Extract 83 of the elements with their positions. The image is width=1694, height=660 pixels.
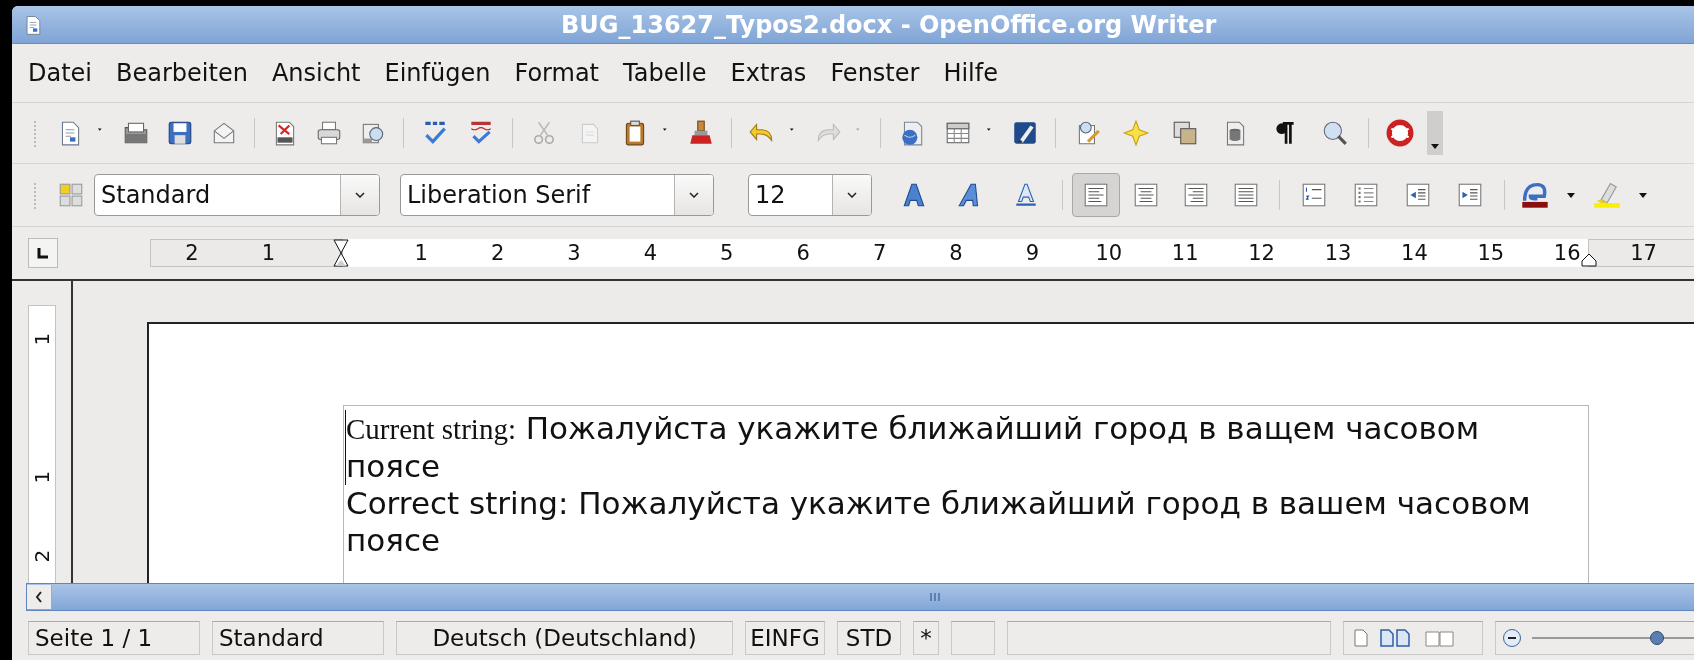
zoom-slider-thumb[interactable]	[1650, 631, 1664, 645]
ruler-number: 16	[1553, 240, 1582, 267]
menu-item[interactable]: Ansicht	[259, 55, 373, 91]
caret-icon[interactable]	[1637, 190, 1649, 200]
tab-stop-button[interactable]	[28, 238, 58, 268]
align-left-button[interactable]	[1072, 173, 1120, 217]
ruler-number: 7	[871, 240, 888, 267]
printer-icon[interactable]	[315, 119, 343, 147]
insert-mode-indicator: EINFG	[745, 621, 825, 655]
single-page-view-icon[interactable]	[1354, 629, 1368, 647]
chevron-icon	[35, 591, 43, 603]
ruler-number: 17	[1629, 240, 1658, 267]
align-icon	[1132, 181, 1160, 209]
ruler-number: 2	[184, 240, 200, 267]
ruler-number: 2	[30, 548, 54, 565]
align-icon	[1182, 181, 1210, 209]
status-field	[951, 621, 995, 655]
font-size-combo[interactable]: 12	[748, 174, 872, 216]
menu-item[interactable]: Tabelle	[611, 55, 719, 91]
gallery-icon[interactable]	[1171, 119, 1199, 147]
chevron-icon	[355, 192, 365, 198]
paintbrush-icon[interactable]	[687, 119, 715, 147]
bullet-list-icon[interactable]	[1352, 181, 1380, 209]
book-view-icon[interactable]	[1424, 629, 1456, 647]
ruler-number: 9	[1024, 240, 1041, 267]
caret-icon	[1431, 144, 1439, 149]
ruler-number: 2	[489, 240, 506, 267]
zoom-out-icon[interactable]	[1502, 628, 1522, 648]
ruler-number: 11	[1171, 240, 1200, 267]
ruler-number: 8	[948, 240, 964, 267]
toolbar-grip[interactable]	[32, 180, 38, 210]
horizontal-scrollbar[interactable]	[26, 583, 1694, 611]
modified-indicator: *	[913, 621, 939, 655]
lifebuoy-icon[interactable]	[1386, 119, 1414, 147]
ruler-number: 10	[1094, 240, 1123, 267]
window-title: BUG_13627_Typos2.docx - OpenOffice.org Writer	[561, 10, 1217, 39]
paragraph-style-combo[interactable]: Standard	[94, 174, 380, 216]
scroll-grip-icon	[929, 592, 941, 602]
font-color-icon[interactable]	[1520, 180, 1550, 210]
right-margin-marker[interactable]	[1581, 253, 1597, 267]
star-icon[interactable]	[1122, 119, 1150, 147]
zoom-icon[interactable]	[1321, 119, 1349, 147]
indent-marker[interactable]	[333, 239, 349, 267]
chevron-icon	[847, 192, 857, 198]
toolbar-grip[interactable]	[32, 118, 38, 148]
font-name-combo[interactable]: Liberation Serif	[400, 174, 714, 216]
ruler-number: 1	[30, 331, 54, 348]
decrease-indent-icon[interactable]	[1404, 181, 1432, 209]
menu-item[interactable]: Einfügen	[372, 55, 503, 91]
ruler-number: 1	[260, 240, 277, 267]
corner-icon	[37, 247, 49, 259]
text-paragraph: Current string: Пожалуйста укажите ближайший город в ващем часовом поясе	[345, 410, 1568, 485]
ruler-number: 5	[719, 240, 735, 267]
menu-item[interactable]: Fenster	[818, 55, 932, 91]
toolbar-overflow-button[interactable]	[1427, 111, 1443, 155]
ruler-number: 1	[413, 240, 429, 267]
numbered-list-icon[interactable]	[1300, 181, 1328, 209]
scroll-left-button[interactable]	[27, 585, 52, 609]
ruler-number: 15	[1476, 240, 1505, 267]
menu-item[interactable]: Format	[502, 55, 611, 91]
chevron-icon	[689, 192, 699, 198]
ruler-number: 13	[1324, 240, 1352, 267]
pen-icon[interactable]	[1011, 119, 1039, 147]
caret-icon[interactable]	[1565, 190, 1577, 200]
selection-mode-indicator: STD	[837, 621, 901, 655]
ruler-number: 14	[1400, 240, 1429, 267]
text-paragraph: Correct string: Пожалуйста укажите ближайший город в вашем часовом поясе	[345, 485, 1532, 559]
menu-item[interactable]: Extras	[718, 55, 819, 91]
menu-item[interactable]: Bearbeiten	[104, 55, 260, 91]
align-icon	[1082, 181, 1110, 209]
menu-item[interactable]: Datei	[16, 55, 105, 91]
page-style-indicator: Standard	[212, 621, 384, 655]
page-indicator: Seite 1 / 1	[28, 621, 200, 655]
ruler-number: 4	[642, 240, 659, 267]
ruler-number: 12	[1247, 240, 1276, 267]
menu-item[interactable]: Hilfe	[931, 55, 1010, 91]
ruler-number: 6	[795, 240, 811, 267]
ruler-number: 3	[566, 240, 582, 267]
increase-indent-icon[interactable]	[1456, 181, 1484, 209]
two-page-view-icon[interactable]	[1380, 629, 1412, 647]
language-indicator: Deutsch (Deutschland)	[396, 621, 733, 655]
ruler-number: 1	[30, 469, 54, 486]
align-icon	[1232, 181, 1260, 209]
